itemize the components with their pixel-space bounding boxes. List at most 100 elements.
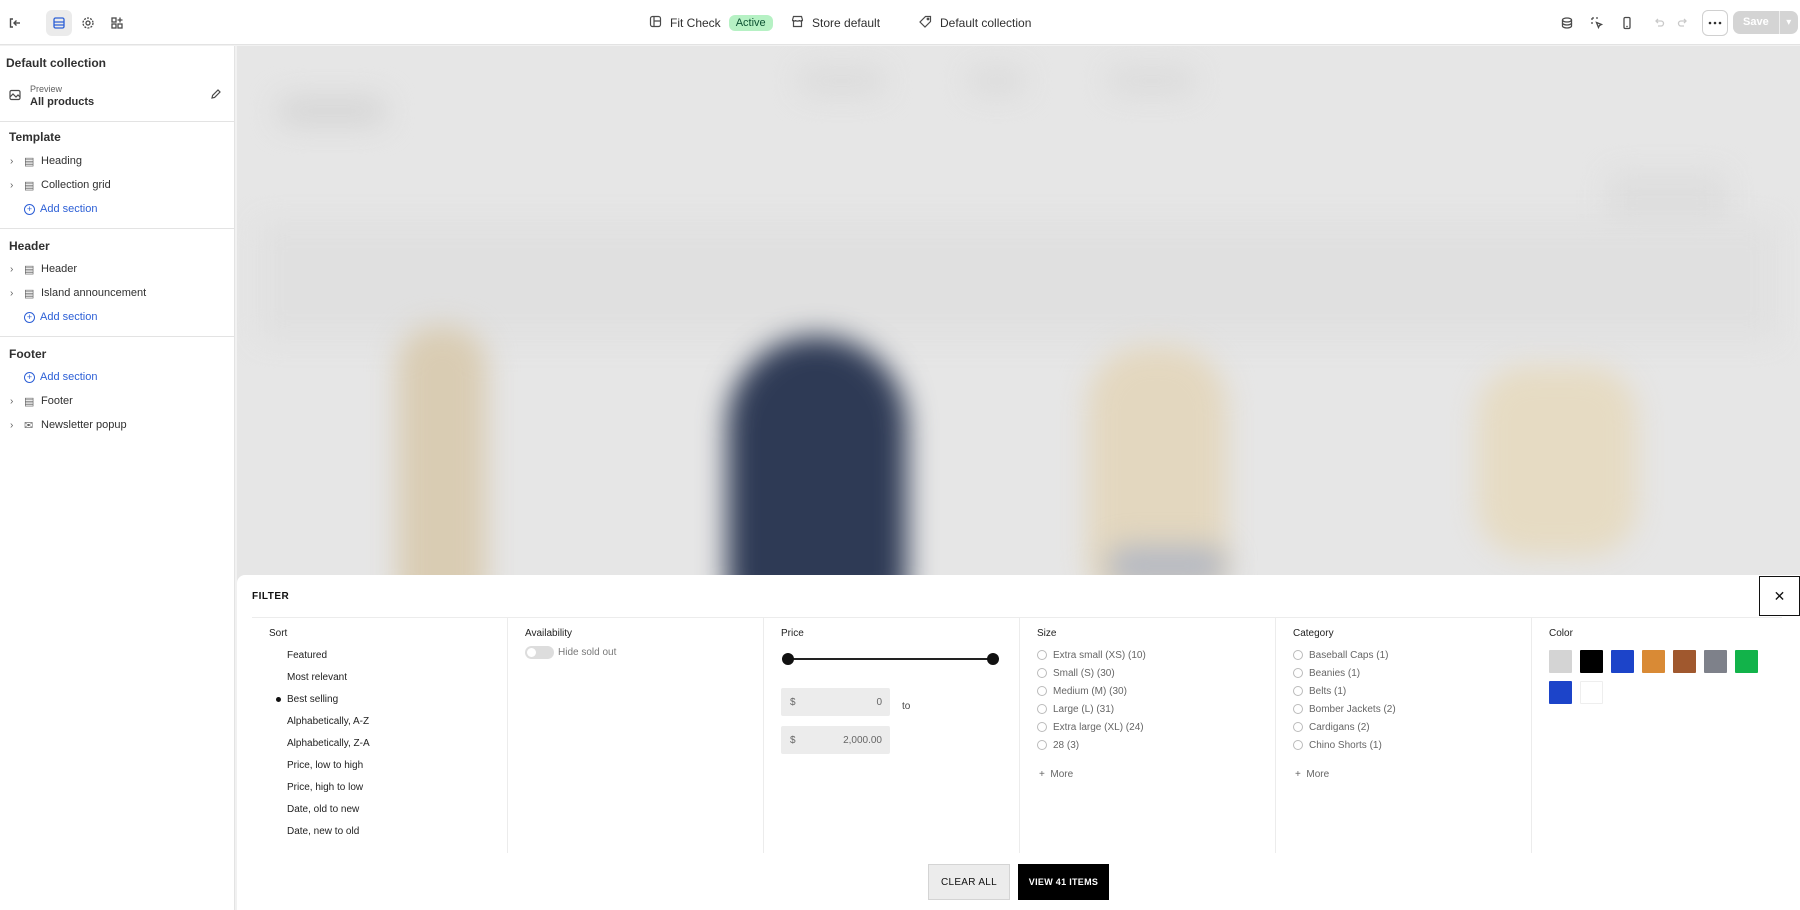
radio-icon	[1293, 740, 1303, 750]
more-categories-button[interactable]: + More	[1295, 769, 1329, 780]
sort-option[interactable]: Alphabetically, A-Z	[287, 716, 369, 727]
redo-icon[interactable]	[1670, 10, 1696, 36]
size-option[interactable]: Extra large (XL) (24)	[1037, 720, 1144, 734]
category-option[interactable]: Belts (1)	[1293, 684, 1346, 698]
sort-column: Sort Featured Most relevant Best selling…	[252, 618, 508, 853]
plus-circle-icon: +	[24, 371, 35, 383]
sort-option[interactable]: Most relevant	[287, 672, 347, 683]
mobile-icon[interactable]	[1614, 10, 1640, 36]
select-icon[interactable]	[1584, 10, 1610, 36]
size-option[interactable]: Large (L) (31)	[1037, 702, 1114, 716]
store-name: Store default	[812, 16, 881, 30]
sidebar-item-newsletter-popup[interactable]: › ✉ Newsletter popup	[10, 415, 127, 435]
category-option[interactable]: Bomber Jackets (2)	[1293, 702, 1396, 716]
exit-icon[interactable]	[2, 10, 28, 36]
sidebar-item-header[interactable]: › ▤ Header	[10, 259, 77, 279]
theme-selector[interactable]: Fit Check Active	[649, 12, 773, 34]
image-icon	[9, 89, 21, 104]
currency-symbol: $	[790, 735, 796, 746]
color-swatch[interactable]	[1580, 681, 1603, 704]
sections-icon[interactable]	[46, 10, 72, 36]
hide-sold-out-toggle[interactable]	[525, 646, 554, 659]
sidebar-item-label: Newsletter popup	[41, 419, 127, 431]
store-selector[interactable]: Store default	[791, 12, 880, 34]
sidebar-item-collection-grid[interactable]: › ▤ Collection grid	[10, 175, 111, 195]
header-section-title: Header	[9, 239, 50, 253]
sort-option-selected[interactable]: Best selling	[287, 694, 338, 705]
apps-icon[interactable]	[104, 10, 130, 36]
template-selector[interactable]: Default collection	[919, 12, 1031, 34]
more-sizes-button[interactable]: + More	[1039, 769, 1073, 780]
size-option[interactable]: Extra small (XS) (10)	[1037, 648, 1146, 662]
sort-option[interactable]: Price, high to low	[287, 782, 363, 793]
sort-option[interactable]: Price, low to high	[287, 760, 363, 771]
price-slider-track[interactable]	[788, 658, 994, 660]
color-swatch[interactable]	[1735, 650, 1758, 673]
color-swatch[interactable]	[1673, 650, 1696, 673]
section-icon: ▤	[24, 179, 35, 192]
color-swatch[interactable]	[1549, 681, 1572, 704]
color-swatch[interactable]	[1611, 650, 1634, 673]
size-option[interactable]: 28 (3)	[1037, 738, 1079, 752]
size-option[interactable]: Medium (M) (30)	[1037, 684, 1127, 698]
sidebar-item-heading[interactable]: › ▤ Heading	[10, 151, 82, 171]
size-option[interactable]: Small (S) (30)	[1037, 666, 1115, 680]
sidebar-item-island-announcement[interactable]: › ▤ Island announcement	[10, 283, 146, 303]
sort-option[interactable]: Alphabetically, Z-A	[287, 738, 370, 749]
category-label: Beanies (1)	[1309, 667, 1361, 679]
undo-icon[interactable]	[1646, 10, 1672, 36]
sidebar-item-label: Island announcement	[41, 287, 147, 299]
view-items-button[interactable]: VIEW 41 ITEMS	[1018, 864, 1109, 900]
category-label: Cardigans (2)	[1309, 721, 1370, 733]
save-button-group: Save ▾	[1733, 11, 1798, 34]
save-button[interactable]: Save	[1733, 11, 1779, 34]
plus-icon: +	[1039, 769, 1045, 780]
sort-heading: Sort	[269, 628, 288, 639]
close-icon[interactable]: ✕	[1759, 576, 1800, 616]
theme-icon	[649, 15, 662, 31]
price-min-input[interactable]: $ 0	[781, 688, 890, 716]
price-slider-min-handle[interactable]	[782, 653, 794, 665]
add-section-button[interactable]: + Add section	[24, 367, 97, 387]
inspector-icon[interactable]	[1554, 10, 1580, 36]
store-icon	[791, 15, 804, 31]
pencil-icon[interactable]	[210, 88, 222, 103]
chevron-right-icon[interactable]: ›	[10, 396, 24, 407]
color-column: Color	[1532, 618, 1788, 853]
template-name: Default collection	[940, 16, 1032, 30]
category-option[interactable]: Cardigans (2)	[1293, 720, 1370, 734]
category-option[interactable]: Beanies (1)	[1293, 666, 1360, 680]
selected-dot-icon	[276, 697, 281, 702]
color-swatch[interactable]	[1580, 650, 1603, 673]
section-icon: ▤	[24, 155, 35, 168]
more-icon[interactable]	[1702, 10, 1728, 36]
color-swatch[interactable]	[1549, 650, 1572, 673]
sort-option[interactable]: Date, new to old	[287, 826, 359, 837]
sidebar-item-footer[interactable]: › ▤ Footer	[10, 391, 73, 411]
add-section-button[interactable]: + Add section	[24, 199, 97, 219]
availability-heading: Availability	[525, 628, 573, 639]
chevron-right-icon[interactable]: ›	[10, 420, 24, 431]
add-section-button[interactable]: + Add section	[24, 307, 97, 327]
blurred-nav	[1107, 66, 1197, 96]
sort-option[interactable]: Featured	[287, 650, 327, 661]
clear-all-button[interactable]: CLEAR ALL	[928, 864, 1010, 900]
divider	[0, 121, 234, 122]
category-option[interactable]: Chino Shorts (1)	[1293, 738, 1382, 752]
save-options-chevron-icon[interactable]: ▾	[1778, 11, 1798, 34]
preview-selector[interactable]: Preview All products	[8, 82, 222, 114]
color-heading: Color	[1549, 628, 1573, 639]
color-swatch[interactable]	[1642, 650, 1665, 673]
chevron-right-icon[interactable]: ›	[10, 288, 24, 299]
color-swatch[interactable]	[1704, 650, 1727, 673]
chevron-right-icon[interactable]: ›	[10, 156, 24, 167]
price-max-input[interactable]: $ 2,000.00	[781, 726, 890, 754]
category-option[interactable]: Baseball Caps (1)	[1293, 648, 1388, 662]
price-slider-max-handle[interactable]	[987, 653, 999, 665]
radio-icon	[1293, 704, 1303, 714]
chevron-right-icon[interactable]: ›	[10, 264, 24, 275]
settings-icon[interactable]	[75, 10, 101, 36]
sort-option[interactable]: Date, old to new	[287, 804, 359, 815]
chevron-right-icon[interactable]: ›	[10, 180, 24, 191]
size-label: Extra large (XL) (24)	[1053, 721, 1144, 733]
